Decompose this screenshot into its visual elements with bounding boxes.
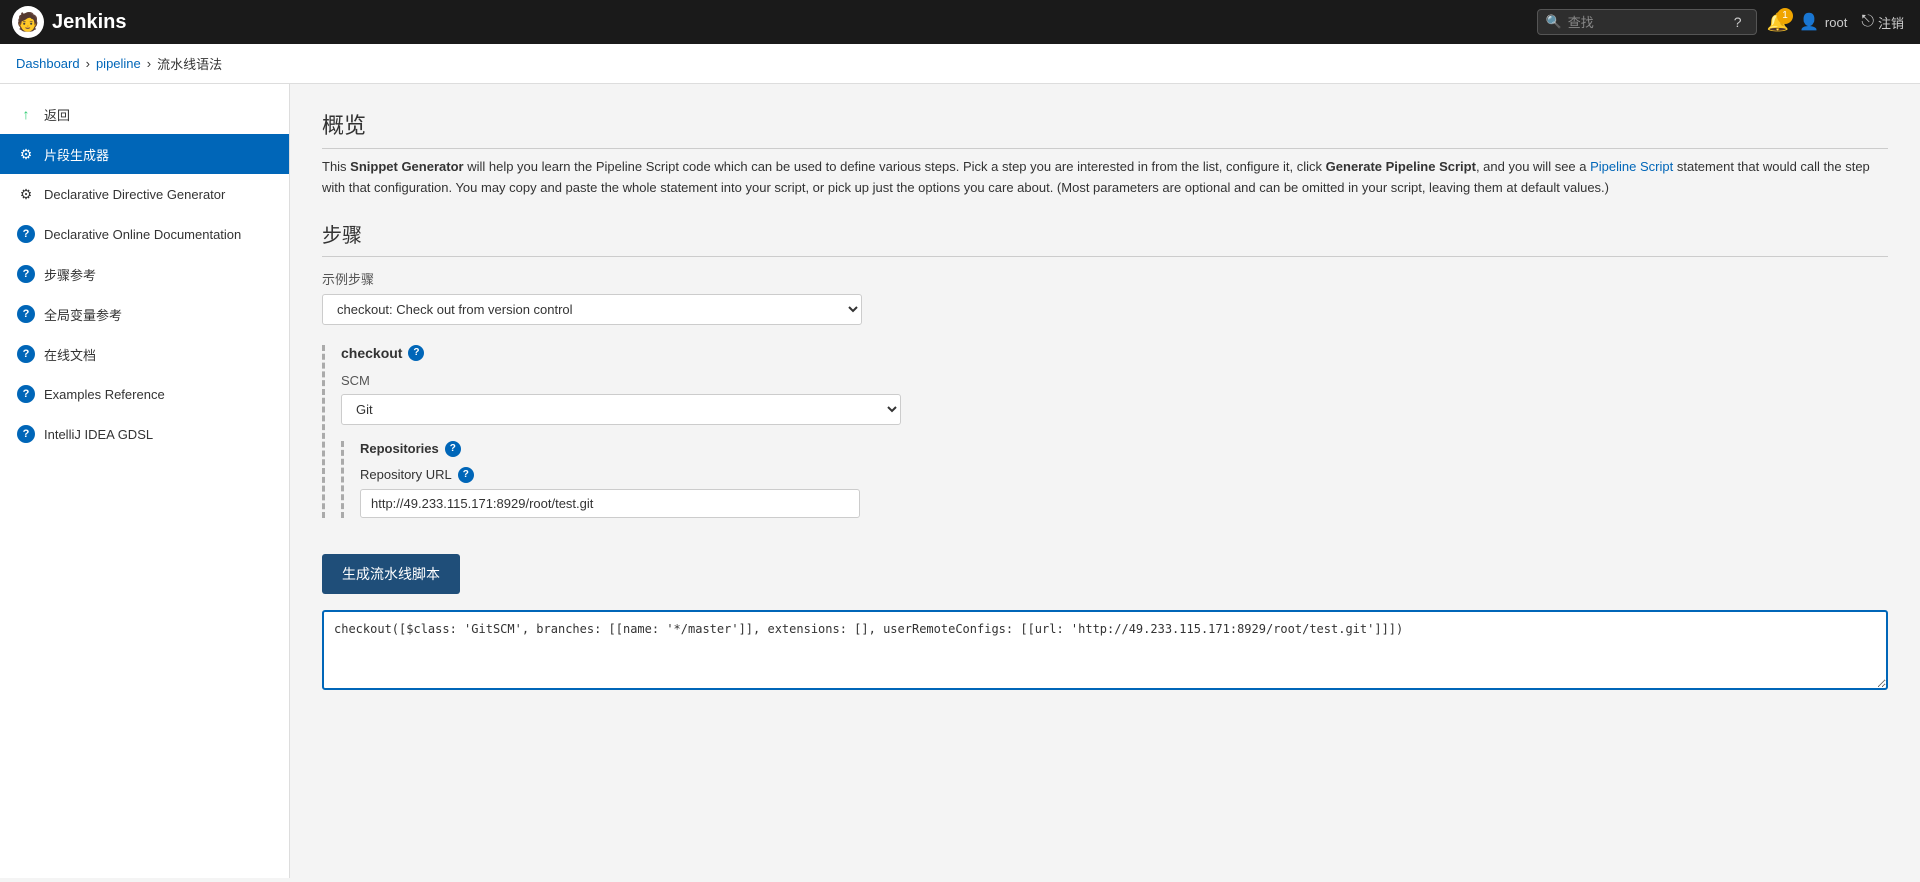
sidebar-item-global-variables[interactable]: ? 全局变量参考 bbox=[0, 294, 289, 334]
jenkins-logo[interactable]: 🧑 Jenkins bbox=[12, 6, 126, 38]
breadcrumb-current: 流水线语法 bbox=[157, 54, 222, 73]
help-icon-global: ? bbox=[16, 304, 36, 324]
search-icon: 🔍 bbox=[1546, 14, 1562, 30]
sidebar-item-online-doc-label: Declarative Online Documentation bbox=[44, 227, 241, 242]
sidebar-item-snippet-label: 片段生成器 bbox=[44, 145, 109, 164]
logout-icon: ⎋ bbox=[1861, 13, 1874, 31]
sidebar-item-online-label: 在线文档 bbox=[44, 345, 96, 364]
user-icon: 👤 bbox=[1799, 12, 1819, 32]
sidebar-item-examples-label: Examples Reference bbox=[44, 387, 165, 402]
checkout-header: checkout ? bbox=[341, 345, 1888, 361]
generate-button[interactable]: 生成流水线脚本 bbox=[322, 554, 460, 594]
repositories-label: Repositories bbox=[360, 441, 439, 456]
sidebar-item-declarative-directive[interactable]: ⚙ Declarative Directive Generator bbox=[0, 174, 289, 214]
sidebar-item-declarative-online-doc[interactable]: ? Declarative Online Documentation bbox=[0, 214, 289, 254]
search-box: 🔍 ? bbox=[1537, 9, 1757, 35]
gear-icon-active: ⚙ bbox=[16, 144, 36, 164]
back-icon: ↑ bbox=[16, 104, 36, 124]
breadcrumb: Dashboard › pipeline › 流水线语法 bbox=[0, 44, 1920, 84]
top-nav: 🧑 Jenkins 🔍 ? 🔔 1 👤 root ⎋ 注销 bbox=[0, 0, 1920, 44]
jenkins-avatar: 🧑 bbox=[12, 6, 44, 38]
user-section[interactable]: 👤 root bbox=[1799, 12, 1847, 32]
repo-url-input[interactable] bbox=[360, 489, 860, 518]
help-icon-online: ? bbox=[16, 344, 36, 364]
sample-step-label: 示例步骤 bbox=[322, 269, 1888, 288]
breadcrumb-pipeline[interactable]: pipeline bbox=[96, 56, 141, 71]
username-label: root bbox=[1825, 15, 1847, 30]
sidebar: ↑ 返回 ⚙ 片段生成器 ⚙ Declarative Directive Gen… bbox=[0, 84, 290, 878]
checkout-help-icon[interactable]: ? bbox=[408, 345, 424, 361]
sidebar-item-online-docs[interactable]: ? 在线文档 bbox=[0, 334, 289, 374]
intro-text: This Snippet Generator will help you lea… bbox=[322, 157, 1888, 199]
logout-label: 注销 bbox=[1878, 13, 1904, 32]
sidebar-item-snippet-generator[interactable]: ⚙ 片段生成器 bbox=[0, 134, 289, 174]
sidebar-item-steps-reference[interactable]: ? 步骤参考 bbox=[0, 254, 289, 294]
steps-title: 步骤 bbox=[322, 219, 1888, 257]
help-icon-examples: ? bbox=[16, 384, 36, 404]
logout-button[interactable]: ⎋ 注销 bbox=[1857, 13, 1908, 32]
repo-url-section: Repository URL ? bbox=[360, 467, 1888, 518]
scm-select[interactable]: Git Subversion None bbox=[341, 394, 901, 425]
repo-url-label: Repository URL ? bbox=[360, 467, 1888, 483]
sidebar-item-global-label: 全局变量参考 bbox=[44, 305, 122, 324]
gear-icon-directive: ⚙ bbox=[16, 184, 36, 204]
sidebar-item-intellij-label: IntelliJ IDEA GDSL bbox=[44, 427, 153, 442]
sidebar-item-steps-label: 步骤参考 bbox=[44, 265, 96, 284]
main-layout: ↑ 返回 ⚙ 片段生成器 ⚙ Declarative Directive Gen… bbox=[0, 84, 1920, 878]
repo-url-help-icon[interactable]: ? bbox=[458, 467, 474, 483]
sidebar-item-directive-label: Declarative Directive Generator bbox=[44, 187, 225, 202]
notification-bell[interactable]: 🔔 1 bbox=[1767, 12, 1789, 33]
sample-step-select[interactable]: checkout: Check out from version control… bbox=[322, 294, 862, 325]
repositories-help-icon[interactable]: ? bbox=[445, 441, 461, 457]
main-content: 概览 This Snippet Generator will help you … bbox=[290, 84, 1920, 878]
jenkins-title: Jenkins bbox=[52, 11, 126, 34]
output-script-area[interactable] bbox=[322, 610, 1888, 690]
help-icon-online-doc: ? bbox=[16, 224, 36, 244]
breadcrumb-dashboard[interactable]: Dashboard bbox=[16, 56, 80, 71]
scm-label: SCM bbox=[341, 373, 1888, 388]
sidebar-item-intellij[interactable]: ? IntelliJ IDEA GDSL bbox=[0, 414, 289, 454]
checkout-section: checkout ? SCM Git Subversion None Repos… bbox=[322, 345, 1888, 518]
search-input[interactable] bbox=[1568, 15, 1728, 30]
notification-badge: 1 bbox=[1777, 8, 1793, 24]
repositories-section: Repositories ? Repository URL ? bbox=[341, 441, 1888, 518]
help-icon-steps: ? bbox=[16, 264, 36, 284]
help-circle-icon[interactable]: ? bbox=[1734, 14, 1742, 30]
checkout-label: checkout bbox=[341, 345, 402, 361]
sidebar-item-examples-reference[interactable]: ? Examples Reference bbox=[0, 374, 289, 414]
sidebar-item-back[interactable]: ↑ 返回 bbox=[0, 94, 289, 134]
repositories-header: Repositories ? bbox=[360, 441, 1888, 457]
help-icon-intellij: ? bbox=[16, 424, 36, 444]
breadcrumb-arrow-2: › bbox=[147, 56, 151, 71]
breadcrumb-arrow-1: › bbox=[86, 56, 90, 71]
sidebar-item-back-label: 返回 bbox=[44, 105, 70, 124]
overview-title: 概览 bbox=[322, 108, 1888, 149]
